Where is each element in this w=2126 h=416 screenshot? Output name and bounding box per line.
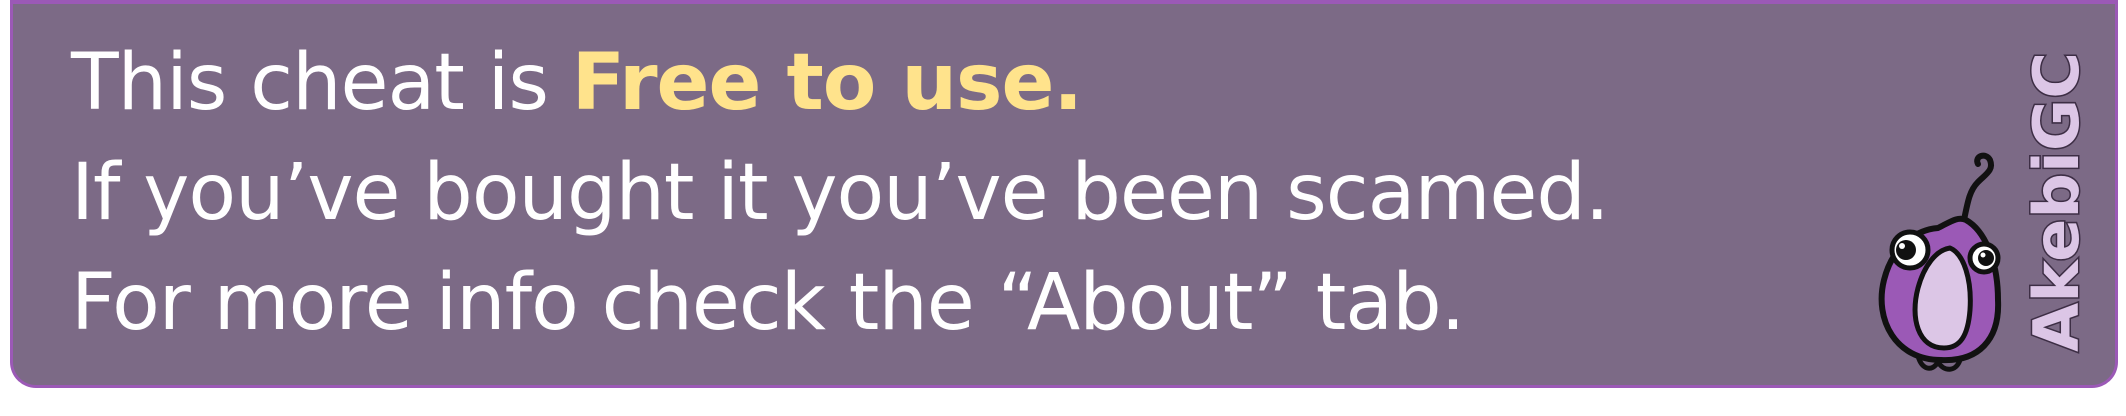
notice-line-2: If you’ve bought it you’ve been scamed.: [71, 148, 1610, 238]
akebi-mascot-icon: [1878, 152, 2002, 372]
disclaimer-message: This cheat is Free to use. If you’ve bou…: [71, 28, 1891, 358]
brand-name: AkebiGC: [2026, 52, 2093, 352]
notice-line-1-prefix: This cheat is: [71, 38, 572, 128]
notice-line-1: This cheat is Free to use.: [71, 28, 1891, 138]
free-to-use-highlight: Free to use.: [571, 38, 1083, 128]
brand-logo: AkebiGC: [2026, 51, 2095, 354]
notice-line-3: For more info check the “About” tab.: [71, 258, 1465, 348]
disclaimer-banner: This cheat is Free to use. If you’ve bou…: [10, 0, 2118, 388]
